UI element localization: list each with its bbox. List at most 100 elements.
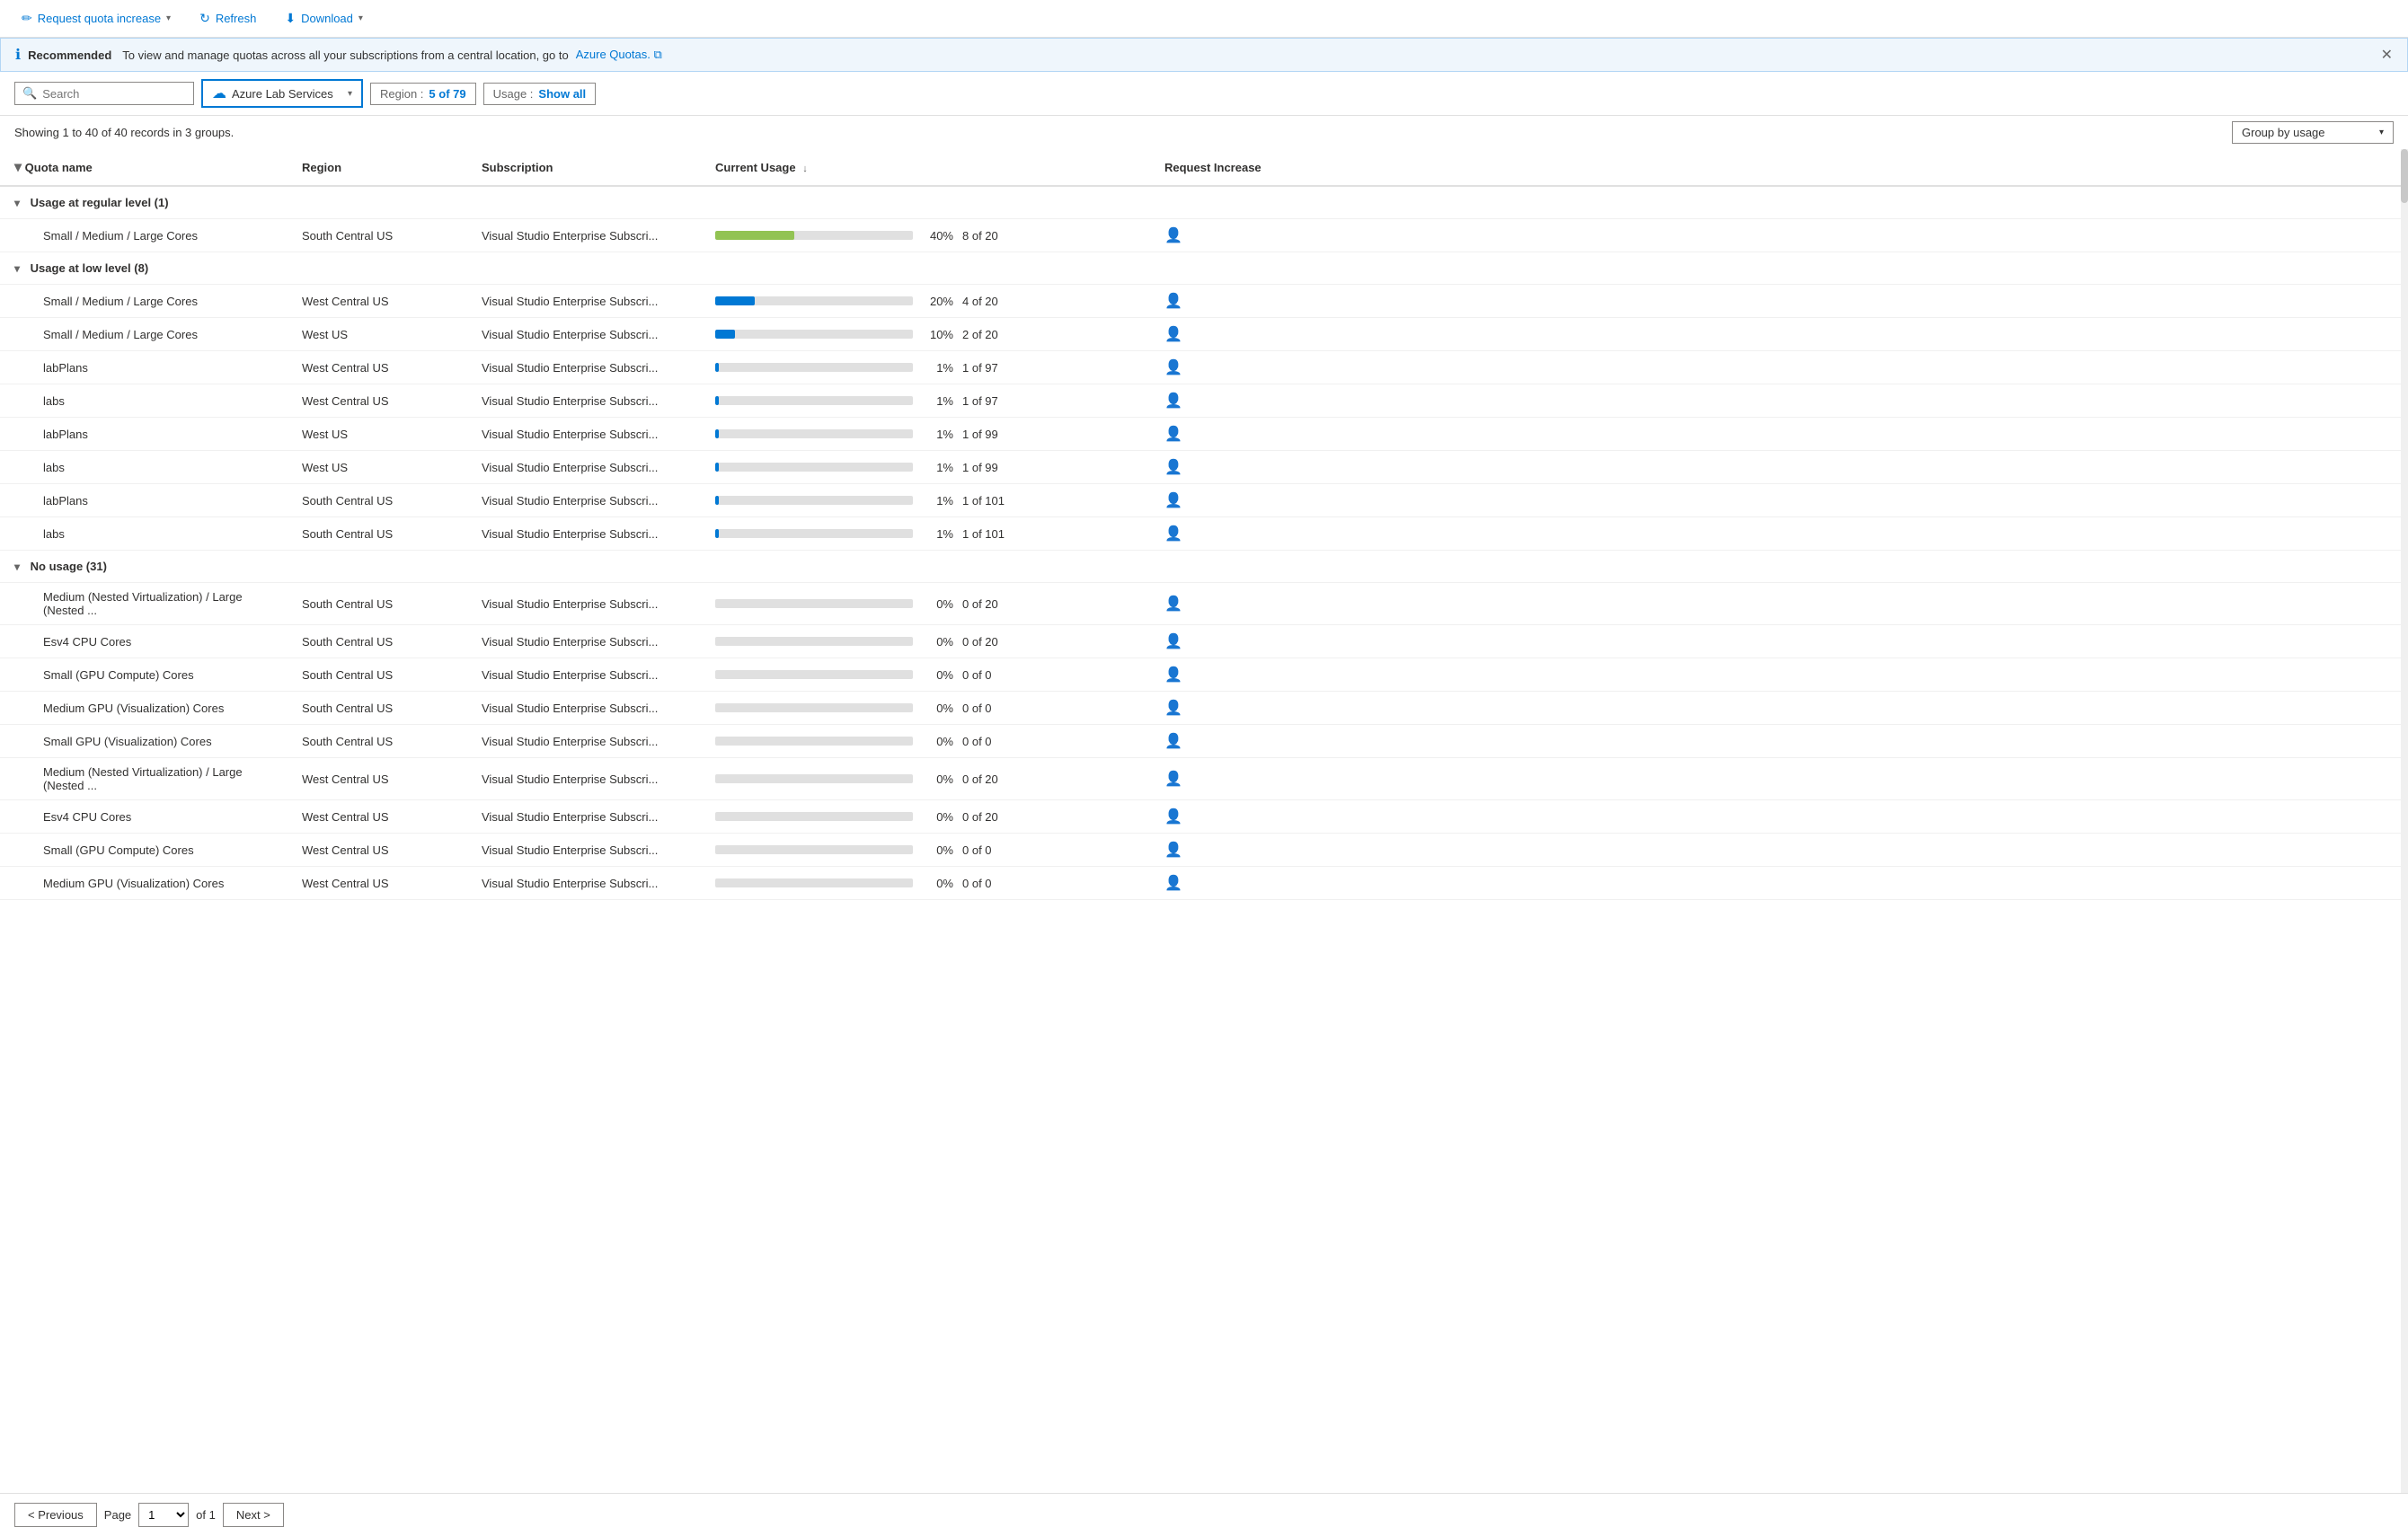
table-row: Esv4 CPU Cores South Central US Visual S… <box>0 625 2408 658</box>
next-button[interactable]: Next > <box>223 1503 284 1527</box>
request-increase-icon[interactable]: 👤 <box>1164 876 1182 891</box>
progress-count: 0 of 0 <box>962 877 1016 890</box>
region-filter-pill[interactable]: Region : 5 of 79 <box>370 83 476 105</box>
scrollbar-track[interactable] <box>2401 149 2408 1493</box>
table-row: labs South Central US Visual Studio Ente… <box>0 517 2408 551</box>
request-increase-icon[interactable]: 👤 <box>1164 493 1182 508</box>
request-increase-icon[interactable]: 👤 <box>1164 772 1182 787</box>
request-increase-icon[interactable]: 👤 <box>1164 460 1182 475</box>
scrollbar-thumb[interactable] <box>2401 149 2408 203</box>
request-increase-icon[interactable]: 👤 <box>1164 327 1182 342</box>
download-btn[interactable]: ⬇ Download ▾ <box>278 7 370 30</box>
progress-pct: 0% <box>922 597 953 611</box>
page-select[interactable]: 1 <box>138 1503 189 1527</box>
request-increase-cell: 👤 <box>1150 867 2408 900</box>
subscription-cell: Visual Studio Enterprise Subscri... <box>467 692 701 725</box>
group-collapse-icon-2[interactable]: ▾ <box>14 561 20 573</box>
request-increase-cell: 👤 <box>1150 451 2408 484</box>
region-cell: West Central US <box>288 834 467 867</box>
request-increase-header-text: Request Increase <box>1164 161 1262 174</box>
info-icon: ℹ <box>15 46 21 64</box>
subscription-cell: Visual Studio Enterprise Subscri... <box>467 867 701 900</box>
quota-name-header-text: Quota name <box>25 161 93 174</box>
request-increase-cell: 👤 <box>1150 758 2408 800</box>
info-bar-close-button[interactable]: ✕ <box>2381 46 2393 64</box>
request-increase-icon[interactable]: 👤 <box>1164 360 1182 375</box>
request-increase-icon[interactable]: 👤 <box>1164 843 1182 858</box>
search-box: 🔍 <box>14 82 194 105</box>
progress-bar-bg <box>715 296 913 305</box>
request-increase-icon[interactable]: 👤 <box>1164 701 1182 716</box>
request-increase-icon[interactable]: 👤 <box>1164 809 1182 825</box>
sort-icon: ↓ <box>802 163 808 174</box>
group-label-1: Usage at low level (8) <box>31 261 149 275</box>
request-increase-icon[interactable]: 👤 <box>1164 427 1182 442</box>
quotas-table: ▾ Quota name Region Subscription Current… <box>0 149 2408 900</box>
request-quota-btn[interactable]: ✏ Request quota increase ▾ <box>14 7 178 30</box>
progress-pct: 0% <box>922 843 953 857</box>
subscription-cell: Visual Studio Enterprise Subscri... <box>467 351 701 384</box>
usage-cell: 0% 0 of 20 <box>701 625 1150 658</box>
refresh-btn[interactable]: ↻ Refresh <box>192 7 263 30</box>
table-row: labs West US Visual Studio Enterprise Su… <box>0 451 2408 484</box>
previous-button[interactable]: < Previous <box>14 1503 97 1527</box>
subscription-header-text: Subscription <box>482 161 553 174</box>
next-label: Next > <box>236 1508 270 1522</box>
progress-count: 0 of 20 <box>962 635 1016 649</box>
region-cell: South Central US <box>288 692 467 725</box>
subscription-cell: Visual Studio Enterprise Subscri... <box>467 658 701 692</box>
azure-quotas-link[interactable]: Azure Quotas. ⧉ <box>576 48 662 62</box>
region-cell: West US <box>288 318 467 351</box>
request-increase-icon[interactable]: 👤 <box>1164 596 1182 612</box>
request-increase-icon[interactable]: 👤 <box>1164 667 1182 683</box>
progress-bar-bg <box>715 330 913 339</box>
col-header-current-usage[interactable]: Current Usage ↓ <box>701 149 1150 186</box>
request-increase-icon[interactable]: 👤 <box>1164 228 1182 243</box>
subscription-cell: Visual Studio Enterprise Subscri... <box>467 318 701 351</box>
usage-cell: 1% 1 of 101 <box>701 484 1150 517</box>
progress-bar-fill <box>715 529 719 538</box>
subscription-cell: Visual Studio Enterprise Subscri... <box>467 800 701 834</box>
usage-cell: 10% 2 of 20 <box>701 318 1150 351</box>
region-cell: West Central US <box>288 867 467 900</box>
progress-bar-fill <box>715 429 719 438</box>
table-row: Small (GPU Compute) Cores West Central U… <box>0 834 2408 867</box>
request-increase-icon[interactable]: 👤 <box>1164 526 1182 542</box>
group-by-dropdown[interactable]: Group by usage ▾ <box>2232 121 2394 144</box>
request-increase-icon[interactable]: 👤 <box>1164 294 1182 309</box>
group-collapse-icon-1[interactable]: ▾ <box>14 262 20 275</box>
subscription-cell: Visual Studio Enterprise Subscri... <box>467 219 701 252</box>
region-cell: West Central US <box>288 285 467 318</box>
table-row: Small / Medium / Large Cores West US Vis… <box>0 318 2408 351</box>
content-area: ▾ Quota name Region Subscription Current… <box>0 149 2408 1536</box>
download-icon: ⬇ <box>285 11 296 26</box>
usage-cell: 1% 1 of 99 <box>701 418 1150 451</box>
search-input[interactable] <box>42 87 168 101</box>
progress-bar-bg <box>715 670 913 679</box>
table-row: labs West Central US Visual Studio Enter… <box>0 384 2408 418</box>
region-cell: South Central US <box>288 658 467 692</box>
request-increase-cell: 👤 <box>1150 285 2408 318</box>
progress-bar-bg <box>715 463 913 472</box>
progress-count: 2 of 20 <box>962 328 1016 341</box>
subscription-cell: Visual Studio Enterprise Subscri... <box>467 484 701 517</box>
region-cell: South Central US <box>288 517 467 551</box>
subscription-cell: Visual Studio Enterprise Subscri... <box>467 418 701 451</box>
request-increase-icon[interactable]: 👤 <box>1164 734 1182 749</box>
region-cell: South Central US <box>288 625 467 658</box>
progress-count: 1 of 97 <box>962 394 1016 408</box>
progress-bar-bg <box>715 637 913 646</box>
quota-name-cell: Medium (Nested Virtualization) / Large (… <box>0 758 288 800</box>
request-increase-icon[interactable]: 👤 <box>1164 393 1182 409</box>
group-header-1: ▾ Usage at low level (8) <box>0 252 2408 285</box>
region-cell: South Central US <box>288 484 467 517</box>
group-collapse-icon-0[interactable]: ▾ <box>14 197 20 209</box>
search-icon: 🔍 <box>22 86 37 101</box>
collapse-all-icon[interactable]: ▾ <box>14 160 22 175</box>
usage-filter-pill[interactable]: Usage : Show all <box>483 83 597 105</box>
request-increase-icon[interactable]: 👤 <box>1164 634 1182 649</box>
region-cell: West Central US <box>288 384 467 418</box>
service-dropdown[interactable]: ☁ Azure Lab Services ▾ <box>201 79 363 108</box>
quota-name-cell: Small / Medium / Large Cores <box>0 219 288 252</box>
region-cell: West Central US <box>288 800 467 834</box>
